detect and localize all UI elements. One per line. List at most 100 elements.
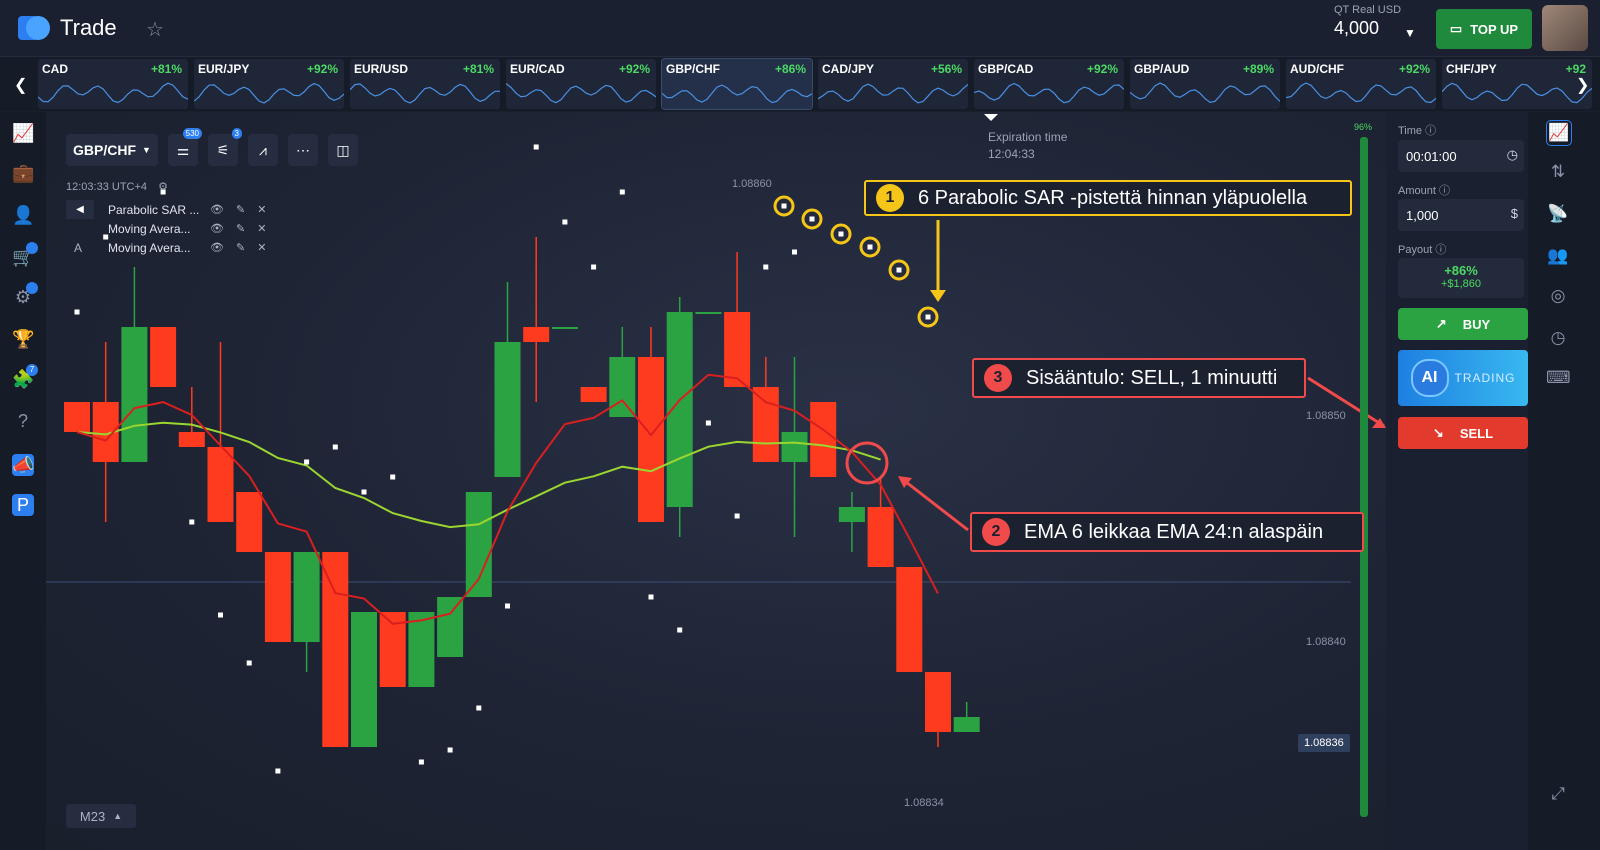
top-up-button[interactable]: ▭ TOP UP xyxy=(1436,9,1532,49)
sparkline-path xyxy=(1286,82,1436,104)
more-button[interactable]: ⋯ xyxy=(288,134,318,166)
history-icon[interactable]: ◷ xyxy=(1546,326,1570,350)
asset-tile[interactable]: CAD +81% xyxy=(38,59,188,109)
timeframe-selector[interactable]: M23 ▲ xyxy=(66,804,136,828)
app-logo[interactable]: Trade xyxy=(18,14,117,42)
chart-icon[interactable]: 📈 xyxy=(12,122,34,144)
sparkline xyxy=(662,84,812,104)
amount-input[interactable]: 1,000 $ xyxy=(1398,199,1524,231)
sparkline-path xyxy=(38,82,188,104)
close-icon[interactable]: ✕ xyxy=(257,203,266,216)
signal-icon[interactable]: 📡 xyxy=(1546,202,1570,226)
time-input[interactable]: 00:01:00 ◷ xyxy=(1398,140,1524,172)
candle-body xyxy=(925,672,951,732)
sell-button[interactable]: ↘ SELL xyxy=(1398,417,1528,449)
close-icon[interactable]: ✕ xyxy=(257,222,266,235)
gear-icon[interactable]: ⚙ xyxy=(158,181,168,193)
asset-tile[interactable]: CHF/JPY +92 xyxy=(1442,59,1592,109)
avatar[interactable] xyxy=(1542,5,1588,51)
chevron-right-icon[interactable]: ❯ xyxy=(1576,75,1589,95)
layout-button[interactable]: ◫ xyxy=(328,134,358,166)
candle-body xyxy=(867,507,894,567)
payout-box: +86% +$1,860 xyxy=(1398,258,1524,298)
asset-name: GBP/CHF xyxy=(666,62,720,76)
highlighted-sar-dot xyxy=(781,203,787,209)
asset-payout: +81% xyxy=(462,62,494,76)
dollar-icon[interactable]: $ xyxy=(1511,206,1518,221)
asset-tile[interactable]: GBP/CAD +92% xyxy=(974,59,1124,109)
eye-icon[interactable]: 👁 xyxy=(210,222,224,235)
indicator-row[interactable]: A Moving Avera... 👁 ✎ ✕ xyxy=(66,238,266,257)
pencil-icon[interactable]: ✎ xyxy=(236,222,245,235)
puzzle-icon[interactable]: 🧩 7 xyxy=(12,364,38,390)
layout-icon: ◫ xyxy=(336,141,350,158)
chevron-down-icon: ▼ xyxy=(1404,26,1416,40)
indicator-row[interactable]: Moving Avera... 👁 ✎ ✕ xyxy=(66,219,266,238)
buy-button[interactable]: ↗ BUY xyxy=(1398,308,1528,340)
favorite-star-icon[interactable]: ☆ xyxy=(146,17,164,42)
eye-icon[interactable]: 👁 xyxy=(210,241,224,254)
asset-payout: +81% xyxy=(150,62,182,76)
app-p-icon[interactable]: P xyxy=(12,494,34,516)
chevron-down-icon: ▼ xyxy=(142,145,151,155)
asset-name: EUR/JPY xyxy=(198,62,250,76)
candles-icon: ⚌ xyxy=(176,141,190,158)
indicator-row[interactable]: ◀ Parabolic SAR ... 👁 ✎ ✕ xyxy=(66,200,266,219)
candle-body xyxy=(494,342,521,477)
help-icon[interactable]: ? xyxy=(12,410,34,432)
collapse-icon[interactable]: ◀ xyxy=(66,200,94,219)
clock-icon[interactable]: ◷ xyxy=(1507,147,1518,163)
asset-name: GBP/CAD xyxy=(978,62,1034,76)
candle-body xyxy=(781,432,808,462)
ai-trading-button[interactable]: AI TRADING xyxy=(1398,350,1528,406)
sar-dot xyxy=(476,705,482,711)
payout-label: Payout ⓘ xyxy=(1398,244,1447,256)
indicators-button[interactable]: ⚌ 530 xyxy=(168,128,202,166)
asset-tile[interactable]: GBP/AUD +89% xyxy=(1130,59,1280,109)
asset-tile[interactable]: EUR/JPY +92% xyxy=(194,59,344,109)
fullscreen-icon[interactable]: ⤢ xyxy=(1546,782,1570,806)
symbol-selector[interactable]: GBP/CHF ▼ xyxy=(66,134,158,166)
expiration-label: Expiration time xyxy=(988,130,1068,144)
candle-body xyxy=(236,492,263,552)
candle-body xyxy=(64,402,90,432)
pencil-icon[interactable]: ✎ xyxy=(236,203,245,216)
arrow-up-right-icon: ↗ xyxy=(1435,316,1447,331)
megaphone-icon[interactable]: 📣 xyxy=(12,454,34,476)
chevron-left-icon[interactable]: ❮ xyxy=(14,75,27,95)
app-name: Trade xyxy=(60,15,117,40)
chart-toolbar: GBP/CHF ▼ ⚌ 530 ⚟ 3 ⩘ ⋯ ◫ xyxy=(66,128,358,166)
expiration-flag xyxy=(984,114,998,121)
nodes-icon[interactable]: ⚙ xyxy=(12,282,38,308)
user-icon[interactable]: 👤 xyxy=(12,204,34,226)
asset-tile[interactable]: CAD/JPY +56% xyxy=(818,59,968,109)
asset-tile[interactable]: GBP/CHF +86% xyxy=(661,58,813,110)
draw-tool-button[interactable]: ⩘ xyxy=(248,134,278,166)
close-icon[interactable]: ✕ xyxy=(257,241,266,254)
pencil-icon[interactable]: ✎ xyxy=(236,241,245,254)
users-icon[interactable]: 👥 xyxy=(1546,244,1570,268)
asset-strip: ❮ CAD +81% EUR/JPY +92% EUR/USD +81% EUR/CAD +9… xyxy=(0,57,1600,111)
callout-arrowhead xyxy=(930,290,946,302)
trade-chart-icon[interactable]: 📈 xyxy=(1546,120,1572,146)
asset-payout: +92% xyxy=(1086,62,1118,76)
text-tool-icon[interactable]: A xyxy=(74,241,82,255)
account-selector[interactable]: QT Real USD 4,000 ▼ xyxy=(1334,4,1416,40)
sparkline xyxy=(818,83,968,104)
eye-icon[interactable]: 👁 xyxy=(210,203,224,216)
candle-body xyxy=(638,357,664,522)
briefcase-icon[interactable]: 💼 xyxy=(12,162,34,184)
help-icon: ⓘ xyxy=(1435,244,1447,256)
chart-area[interactable]: GBP/CHF ▼ ⚌ 530 ⚟ 3 ⩘ ⋯ ◫ 12:03:33 UTC+4… xyxy=(46,112,1386,850)
sparkline xyxy=(1130,82,1280,103)
asset-tile[interactable]: AUD/CHF +92% xyxy=(1286,59,1436,109)
candle-body xyxy=(695,312,722,314)
asset-tile[interactable]: EUR/USD +81% xyxy=(350,59,500,109)
asset-tile[interactable]: EUR/CAD +92% xyxy=(506,59,656,109)
cart-icon[interactable]: 🛒 xyxy=(12,242,38,268)
drawings-button[interactable]: ⚟ 3 xyxy=(208,128,242,166)
swap-icon[interactable]: ⇅ xyxy=(1546,160,1570,184)
keyboard-icon[interactable]: ⌨ xyxy=(1546,366,1571,390)
trophy-icon[interactable]: 🏆 xyxy=(12,328,34,350)
target-icon[interactable]: ◎ xyxy=(1546,284,1570,308)
